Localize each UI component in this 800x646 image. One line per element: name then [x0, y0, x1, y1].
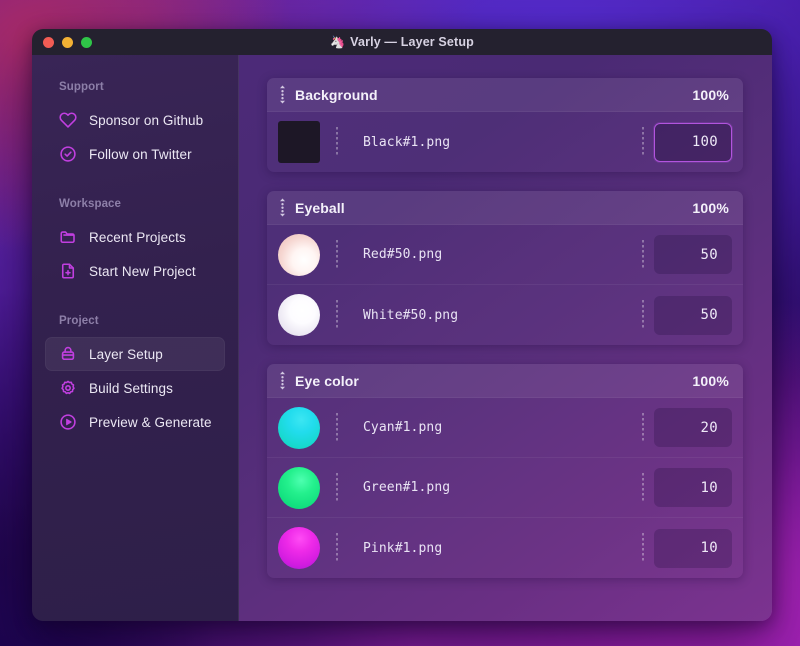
layer-group-name: Background — [295, 86, 378, 103]
play-circle-icon — [59, 413, 77, 431]
layer-group-header[interactable]: Eye color 100% — [267, 364, 743, 398]
layer-opacity-input[interactable]: 10 — [654, 528, 732, 568]
layer-group: Eye color 100% Cyan#1.png 20 Green#1.png… — [267, 364, 743, 578]
layer-file-name: White#50.png — [363, 307, 459, 323]
sidebar-item-preview-and-generate[interactable]: Preview & Generate — [45, 405, 225, 439]
close-button[interactable] — [43, 36, 54, 48]
unicorn-icon: 🦄 — [330, 35, 346, 49]
layer-thumbnail — [278, 466, 320, 509]
row-divider — [642, 300, 644, 330]
layer-opacity-value: 50 — [700, 246, 718, 263]
app-window: 🦄 Varly — Layer Setup Support Sponsor on… — [32, 29, 772, 621]
layer-thumbnail — [278, 294, 320, 336]
layer-opacity-input[interactable]: 10 — [654, 468, 732, 507]
layer-file-name: Red#50.png — [363, 247, 443, 262]
layer-row[interactable]: Red#50.png 50 — [267, 225, 743, 285]
sidebar-item-label: Preview & Generate — [89, 414, 212, 430]
layer-thumbnail — [278, 527, 320, 569]
layer-thumbnail — [278, 406, 320, 449]
layer-opacity-value: 10 — [700, 479, 718, 496]
layer-opacity-input[interactable]: 20 — [654, 408, 732, 447]
layer-row[interactable]: Black#1.png 100 — [267, 112, 743, 172]
sidebar-item-label: Build Settings — [89, 380, 173, 396]
sidebar: Support Sponsor on Github Follow on Twit… — [32, 55, 239, 621]
layer-group-header[interactable]: Background 100% — [267, 78, 743, 112]
layer-opacity-input[interactable]: 100 — [654, 122, 732, 162]
row-divider — [336, 127, 338, 157]
layer-group-percent: 100% — [692, 86, 729, 103]
layer-row[interactable]: Pink#1.png 10 — [267, 518, 743, 578]
sidebar-item-label: Sponsor on Github — [89, 112, 204, 128]
check-circle-icon — [59, 145, 77, 163]
layer-file-name: Pink#1.png — [363, 540, 443, 556]
drag-handle-icon[interactable] — [276, 198, 289, 218]
zoom-button[interactable] — [81, 36, 92, 48]
row-divider — [336, 412, 338, 443]
layer-opacity-input[interactable]: 50 — [654, 235, 732, 274]
layer-opacity-input[interactable]: 50 — [654, 295, 732, 335]
sidebar-item-label: Recent Projects — [89, 229, 186, 245]
layers-icon — [59, 345, 77, 363]
row-divider — [642, 472, 644, 503]
minimize-button[interactable] — [62, 36, 73, 48]
layer-group-percent: 100% — [692, 199, 729, 216]
layer-thumbnail — [278, 233, 320, 276]
layer-row[interactable]: Green#1.png 10 — [267, 458, 743, 518]
sidebar-item-label: Layer Setup — [89, 346, 163, 362]
window-titlebar[interactable]: 🦄 Varly — Layer Setup — [32, 29, 772, 55]
heart-icon — [59, 111, 77, 129]
layer-opacity-value: 50 — [700, 307, 718, 323]
sidebar-item-follow-on-twitter[interactable]: Follow on Twitter — [45, 137, 225, 171]
layer-thumbnail — [278, 121, 320, 163]
row-divider — [336, 239, 338, 270]
layer-group-header[interactable]: Eyeball 100% — [267, 191, 743, 225]
layer-group-name: Eye color — [295, 372, 359, 389]
layer-group-name: Eyeball — [295, 199, 345, 216]
window-title-text: Varly — Layer Setup — [350, 35, 474, 49]
sidebar-item-start-new-project[interactable]: Start New Project — [45, 254, 225, 288]
layer-opacity-value: 20 — [700, 419, 718, 436]
traffic-lights — [43, 36, 92, 48]
folder-icon — [59, 228, 77, 246]
layer-group-percent: 100% — [692, 372, 729, 389]
row-divider — [336, 472, 338, 503]
row-divider — [642, 239, 644, 270]
drag-handle-icon[interactable] — [276, 85, 289, 105]
gear-icon — [59, 379, 77, 397]
row-divider — [642, 533, 644, 563]
file-plus-icon — [59, 262, 77, 280]
layer-file-name: Green#1.png — [363, 480, 451, 495]
row-divider — [642, 412, 644, 443]
row-divider — [336, 533, 338, 563]
layer-row[interactable]: White#50.png 50 — [267, 285, 743, 345]
sidebar-section-label-support: Support — [59, 81, 104, 93]
row-divider — [642, 127, 644, 157]
drag-handle-icon[interactable] — [276, 371, 289, 391]
layer-opacity-value: 10 — [700, 540, 718, 556]
row-divider — [336, 300, 338, 330]
sidebar-item-recent-projects[interactable]: Recent Projects — [45, 220, 225, 254]
sidebar-item-build-settings[interactable]: Build Settings — [45, 371, 225, 405]
sidebar-item-sponsor-on-github[interactable]: Sponsor on Github — [45, 103, 225, 137]
layer-file-name: Black#1.png — [363, 134, 451, 150]
sidebar-section-label-workspace: Workspace — [59, 198, 122, 210]
sidebar-section-label-project: Project — [59, 315, 99, 327]
sidebar-item-label: Follow on Twitter — [89, 146, 192, 162]
sidebar-item-layer-setup[interactable]: Layer Setup — [45, 337, 225, 371]
layer-file-name: Cyan#1.png — [363, 420, 443, 435]
layer-row[interactable]: Cyan#1.png 20 — [267, 398, 743, 458]
layer-opacity-value: 100 — [691, 134, 718, 150]
layer-group: Eyeball 100% Red#50.png 50 White#50.png … — [267, 191, 743, 345]
layer-group: Background 100% Black#1.png 100 — [267, 78, 743, 172]
window-title: 🦄 Varly — Layer Setup — [32, 35, 772, 49]
sidebar-item-label: Start New Project — [89, 263, 196, 279]
layer-setup-panel: Background 100% Black#1.png 100 Eyeball … — [239, 55, 772, 621]
